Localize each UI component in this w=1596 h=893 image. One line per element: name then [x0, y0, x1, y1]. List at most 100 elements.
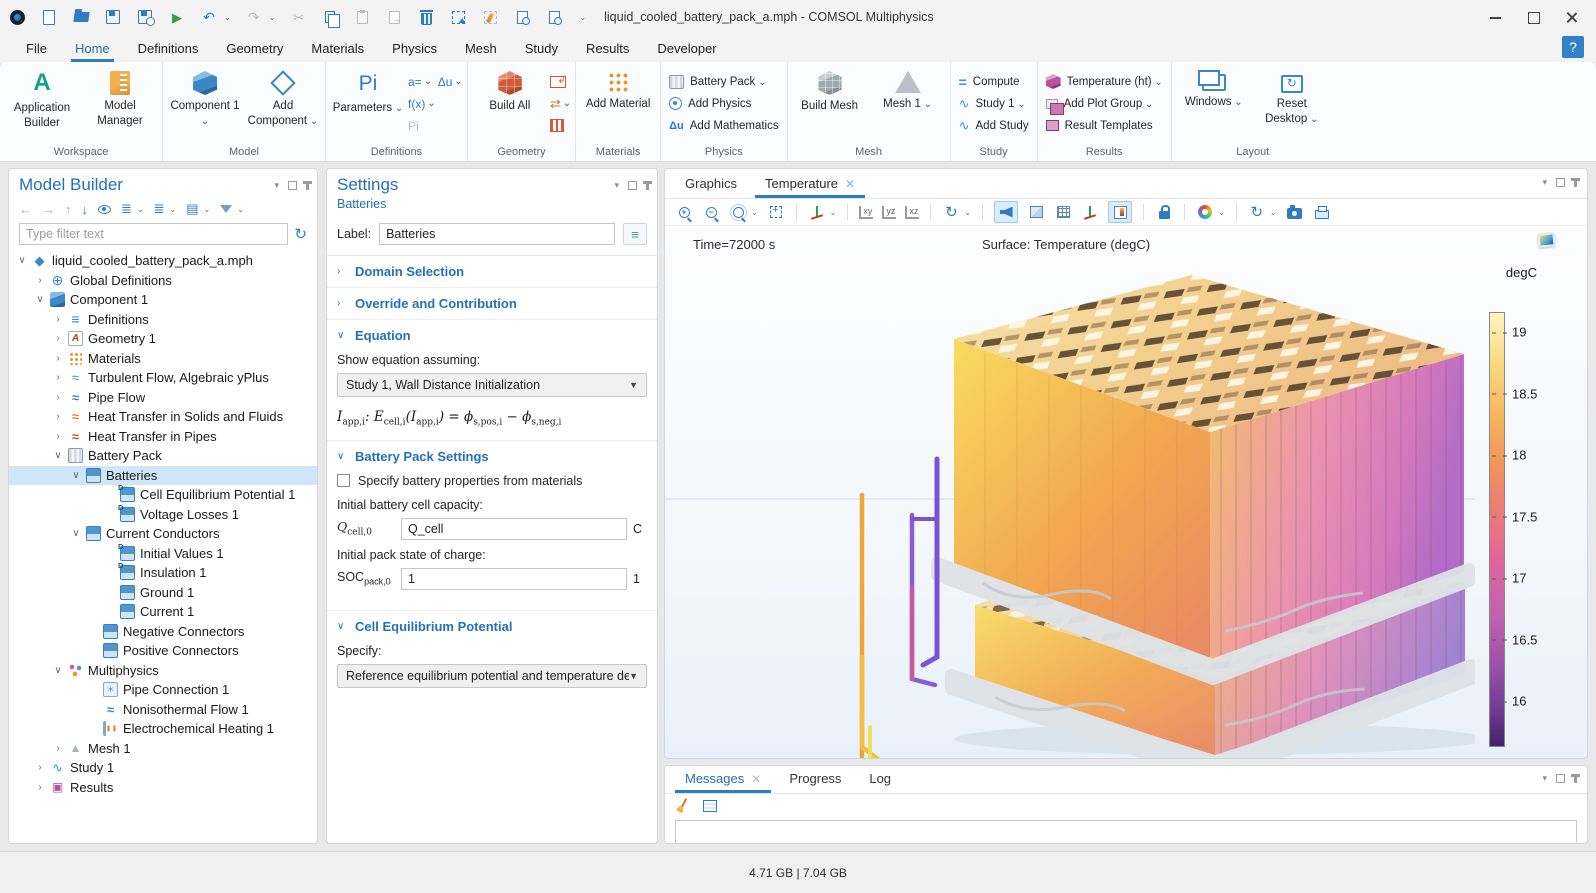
help-button[interactable]: ? — [1562, 36, 1584, 58]
tree-item-heat-transfer-solids-fluids[interactable]: ›Heat Transfer in Solids and Fluids — [9, 407, 317, 427]
expand-all-dropdown-icon[interactable]: ⌄ — [170, 205, 177, 214]
undo-icon[interactable]: ↶ — [200, 8, 218, 26]
label-input[interactable] — [379, 223, 615, 245]
tree-item-voltage-losses-1[interactable]: ›Voltage Losses 1 — [9, 505, 317, 525]
soc-input[interactable] — [401, 568, 627, 590]
rename-button[interactable] — [623, 223, 647, 245]
axes-icon[interactable] — [1081, 203, 1099, 221]
snapshot-icon[interactable] — [1286, 203, 1304, 221]
variables-button[interactable]: a= — [408, 73, 436, 90]
tree-item-results[interactable]: ›Results — [9, 778, 317, 798]
run-icon[interactable]: ▶ — [168, 8, 186, 26]
tree-item-materials[interactable]: ›Materials — [9, 349, 317, 369]
default-view-icon[interactable] — [808, 203, 826, 221]
virtual-operations-button[interactable] — [550, 117, 571, 134]
cut-icon[interactable]: ✂ — [289, 8, 307, 26]
tree-item-positive-connectors[interactable]: ›Positive Connectors — [9, 641, 317, 661]
panel-menu-icon[interactable]: ▾ — [1542, 773, 1547, 784]
tree-item-global-definitions[interactable]: ›Global Definitions — [9, 271, 317, 291]
parameter-case-button[interactable]: Pi — [408, 117, 436, 134]
pin-panel-icon[interactable] — [1574, 774, 1577, 783]
select-box-icon[interactable] — [449, 8, 467, 26]
tab-graphics[interactable]: Graphics — [673, 170, 749, 198]
update-dropdown-icon[interactable]: ⌄ — [1270, 208, 1277, 217]
tab-close-icon[interactable]: ✕ — [751, 772, 761, 786]
tab-materials[interactable]: Materials — [299, 37, 376, 60]
open-file-icon[interactable] — [72, 8, 90, 26]
tree-item-cell-equilibrium-potential-1[interactable]: ›Cell Equilibrium Potential 1 — [9, 485, 317, 505]
filter-dropdown-icon[interactable]: ⌄ — [237, 205, 244, 214]
plot-thumbnail-icon[interactable] — [1537, 232, 1555, 248]
tree-item-mesh-1[interactable]: ›Mesh 1 — [9, 739, 317, 759]
tab-mesh[interactable]: Mesh — [453, 37, 509, 60]
tree-item-pipe-connection-1[interactable]: ›Pipe Connection 1 — [9, 680, 317, 700]
zoom-out-icon[interactable]: − — [702, 203, 720, 221]
compute-button[interactable]: = Compute — [955, 73, 1033, 90]
tree-item-pipe-flow[interactable]: ›Pipe Flow — [9, 388, 317, 408]
section-header-equation[interactable]: ∨ Equation — [327, 320, 657, 351]
tab-temperature[interactable]: Temperature✕ — [753, 170, 867, 198]
update-plot-icon[interactable]: ↻ — [1248, 203, 1266, 221]
collapse-all-dropdown-icon[interactable]: ⌄ — [137, 205, 144, 214]
section-header-cell-equilibrium-potential[interactable]: ∨ Cell Equilibrium Potential — [327, 611, 657, 642]
tree-item-root[interactable]: ∨liquid_cooled_battery_pack_a.mph — [9, 251, 317, 271]
show-icon[interactable] — [98, 205, 111, 214]
application-builder-button[interactable]: A Application Builder — [4, 66, 80, 131]
scene-light-toggle[interactable] — [994, 201, 1018, 223]
tree-item-negative-connectors[interactable]: ›Negative Connectors — [9, 622, 317, 642]
view-dropdown-icon[interactable]: ⌄ — [830, 208, 837, 217]
tree-item-multiphysics[interactable]: ∨Multiphysics — [9, 661, 317, 681]
tab-messages[interactable]: Messages✕ — [673, 765, 773, 793]
tab-close-icon[interactable]: ✕ — [845, 177, 855, 191]
minimize-button[interactable] — [1490, 11, 1502, 23]
panel-menu-icon[interactable]: ▾ — [274, 180, 279, 191]
pin-panel-icon[interactable] — [646, 181, 649, 190]
find-icon[interactable] — [513, 8, 531, 26]
functions-button[interactable]: f(x) — [408, 95, 436, 112]
tree-item-batteries[interactable]: ∨Batteries — [9, 466, 317, 486]
nonlocal-couplings-button[interactable]: Δu — [438, 73, 463, 90]
appearance-dropdown-icon[interactable]: ⌄ — [1218, 208, 1225, 217]
move-down-icon[interactable]: ↓ — [82, 202, 89, 217]
maximize-button[interactable] — [1528, 11, 1540, 23]
section-header-override[interactable]: › Override and Contribution — [327, 288, 657, 319]
tree-item-heat-transfer-pipes[interactable]: ›Heat Transfer in Pipes — [9, 427, 317, 447]
equation-assuming-dropdown[interactable]: Study 1, Wall Distance Initialization ▼ — [337, 373, 647, 397]
study-1-button[interactable]: ∿ Study 1 — [955, 95, 1033, 112]
comsol-logo-icon[interactable] — [8, 8, 26, 26]
float-panel-icon[interactable] — [1556, 774, 1565, 783]
model-manager-button[interactable]: Model Manager — [82, 66, 158, 129]
view-xz-icon[interactable]: xz — [905, 206, 919, 219]
add-component-button[interactable]: Add Component — [245, 66, 321, 129]
float-panel-icon[interactable] — [288, 181, 297, 190]
tab-progress[interactable]: Progress — [777, 765, 853, 793]
pin-panel-icon[interactable] — [1574, 178, 1577, 187]
close-button[interactable] — [1566, 11, 1578, 23]
tab-definitions[interactable]: Definitions — [126, 37, 211, 60]
build-all-button[interactable]: Build All — [472, 66, 548, 114]
filter-icon[interactable] — [220, 205, 232, 213]
tab-results[interactable]: Results — [574, 37, 641, 60]
section-header-battery-pack-settings[interactable]: ∨ Battery Pack Settings — [327, 441, 657, 472]
tree-item-ground-1[interactable]: ›Ground 1 — [9, 583, 317, 603]
zoom-dropdown-icon[interactable]: ⌄ — [751, 208, 758, 217]
copy-icon[interactable] — [321, 8, 339, 26]
expand-all-icon[interactable]: ≣ — [154, 201, 165, 217]
import-geometry-button[interactable] — [550, 73, 571, 90]
color-legend-toggle[interactable] — [1108, 201, 1132, 223]
collapse-all-icon[interactable]: ≣ — [121, 201, 132, 217]
tree-item-current-1[interactable]: ›Current 1 — [9, 602, 317, 622]
view-yz-icon[interactable]: yz — [882, 206, 896, 219]
specify-from-materials-checkbox[interactable] — [337, 474, 350, 487]
add-physics-button[interactable]: Add Physics — [665, 95, 783, 112]
node-text-dropdown-icon[interactable]: ⌄ — [204, 205, 211, 214]
tree-item-insulation-1[interactable]: ›Insulation 1 — [9, 563, 317, 583]
paste-icon[interactable] — [353, 8, 371, 26]
redo-icon[interactable]: ↷ — [245, 8, 263, 26]
delete-icon[interactable] — [417, 8, 435, 26]
tree-item-initial-values-1[interactable]: ›Initial Values 1 — [9, 544, 317, 564]
redo-dropdown-icon[interactable]: ⌄ — [269, 13, 276, 22]
messages-output[interactable] — [675, 820, 1577, 844]
back-icon[interactable]: ← — [19, 202, 32, 217]
tree-item-study-1[interactable]: ›Study 1 — [9, 758, 317, 778]
